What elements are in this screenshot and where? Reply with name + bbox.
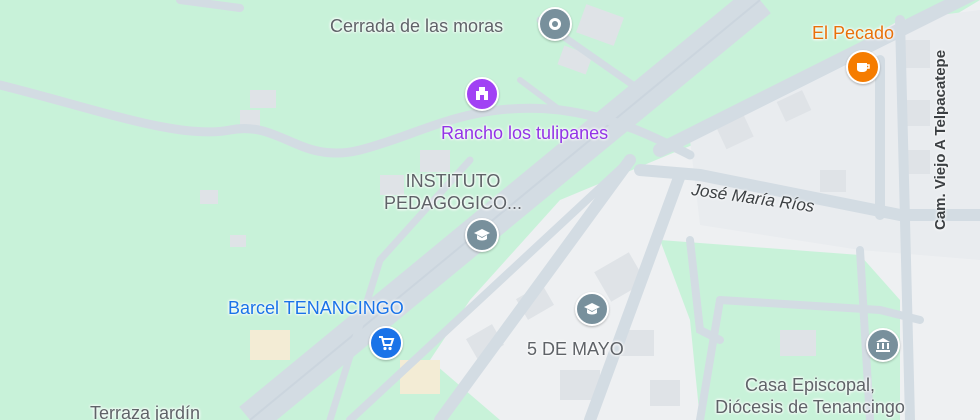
place-label-barcel[interactable]: Barcel TENANCINGO	[228, 297, 404, 319]
shopping-cart-icon[interactable]	[369, 326, 403, 360]
government-building-icon[interactable]	[866, 328, 900, 362]
street-label-camino-viejo: Cam. Viejo A Telpacatepe	[932, 49, 949, 230]
place-label-line: INSTITUTO	[405, 171, 501, 191]
place-label-pecado[interactable]: El Pecado	[812, 22, 894, 44]
place-label-line: Diócesis de Tenancingo	[715, 397, 905, 417]
location-icon[interactable]	[538, 7, 572, 41]
place-label-casa[interactable]: Casa Episcopal, Diócesis de Tenancingo	[680, 374, 940, 418]
place-label-cinco[interactable]: 5 DE MAYO	[527, 338, 624, 360]
place-label-line: Casa Episcopal,	[744, 375, 876, 395]
school-icon[interactable]	[575, 292, 609, 326]
map-canvas[interactable]: Cerrada de las moras Rancho los tulipane…	[0, 0, 980, 420]
place-label-instituto[interactable]: INSTITUTO PEDAGOGICO...	[378, 170, 528, 214]
place-label-cerrada[interactable]: Cerrada de las moras	[330, 15, 503, 37]
event-venue-icon[interactable]	[465, 77, 499, 111]
school-icon[interactable]	[465, 218, 499, 252]
cafe-icon[interactable]	[846, 50, 880, 84]
place-label-rancho[interactable]: Rancho los tulipanes	[441, 122, 608, 144]
place-label-terraza[interactable]: Terraza jardín	[90, 402, 200, 420]
place-label-line: PEDAGOGICO...	[383, 193, 523, 213]
